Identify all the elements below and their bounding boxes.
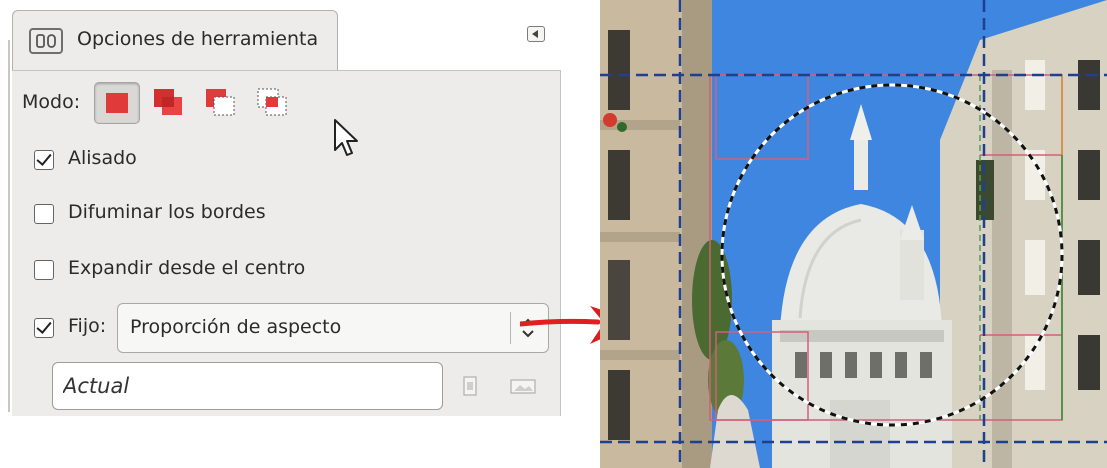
tool-options-icon <box>29 28 63 54</box>
fixed-mode-value: Proporción de aspecto <box>130 316 342 338</box>
mouse-pointer-icon <box>334 119 358 156</box>
antialiasing-label: Alisado <box>68 147 137 169</box>
combo-separator <box>510 312 511 344</box>
feather-edges-checkbox[interactable] <box>34 204 54 224</box>
panel-menu-button[interactable] <box>527 26 545 42</box>
intersect-mode-button[interactable] <box>252 82 298 124</box>
landscape-icon[interactable] <box>508 376 538 396</box>
image-canvas[interactable] <box>600 0 1107 468</box>
tab-label: Opciones de herramienta <box>77 28 319 50</box>
fixed-label: Fijo: <box>68 315 107 337</box>
tool-options-panel: Opciones de herramienta Modo: Alisado Di… <box>0 0 572 416</box>
tab-tool-options[interactable]: Opciones de herramienta <box>12 10 338 70</box>
antialiasing-checkbox[interactable] <box>34 150 54 170</box>
add-mode-button[interactable] <box>148 82 194 124</box>
subtract-mode-icon <box>206 89 235 116</box>
fixed-checkbox[interactable] <box>34 318 54 338</box>
intersect-mode-icon <box>257 88 287 116</box>
add-mode-icon <box>154 89 182 115</box>
expand-from-center-label: Expandir desde el centro <box>68 257 306 279</box>
fixed-mode-select[interactable]: Proporción de aspecto <box>117 303 549 353</box>
replace-mode-button[interactable] <box>94 82 140 124</box>
left-building <box>600 0 712 468</box>
mode-label: Modo: <box>22 91 81 113</box>
subtract-mode-button[interactable] <box>200 82 246 124</box>
feather-edges-label: Difuminar los bordes <box>68 201 266 223</box>
expand-from-center-checkbox[interactable] <box>34 260 54 280</box>
aspect-ratio-input[interactable] <box>52 362 443 410</box>
portrait-icon[interactable] <box>458 375 482 397</box>
replace-mode-icon <box>106 93 128 113</box>
panel-border <box>8 40 10 412</box>
